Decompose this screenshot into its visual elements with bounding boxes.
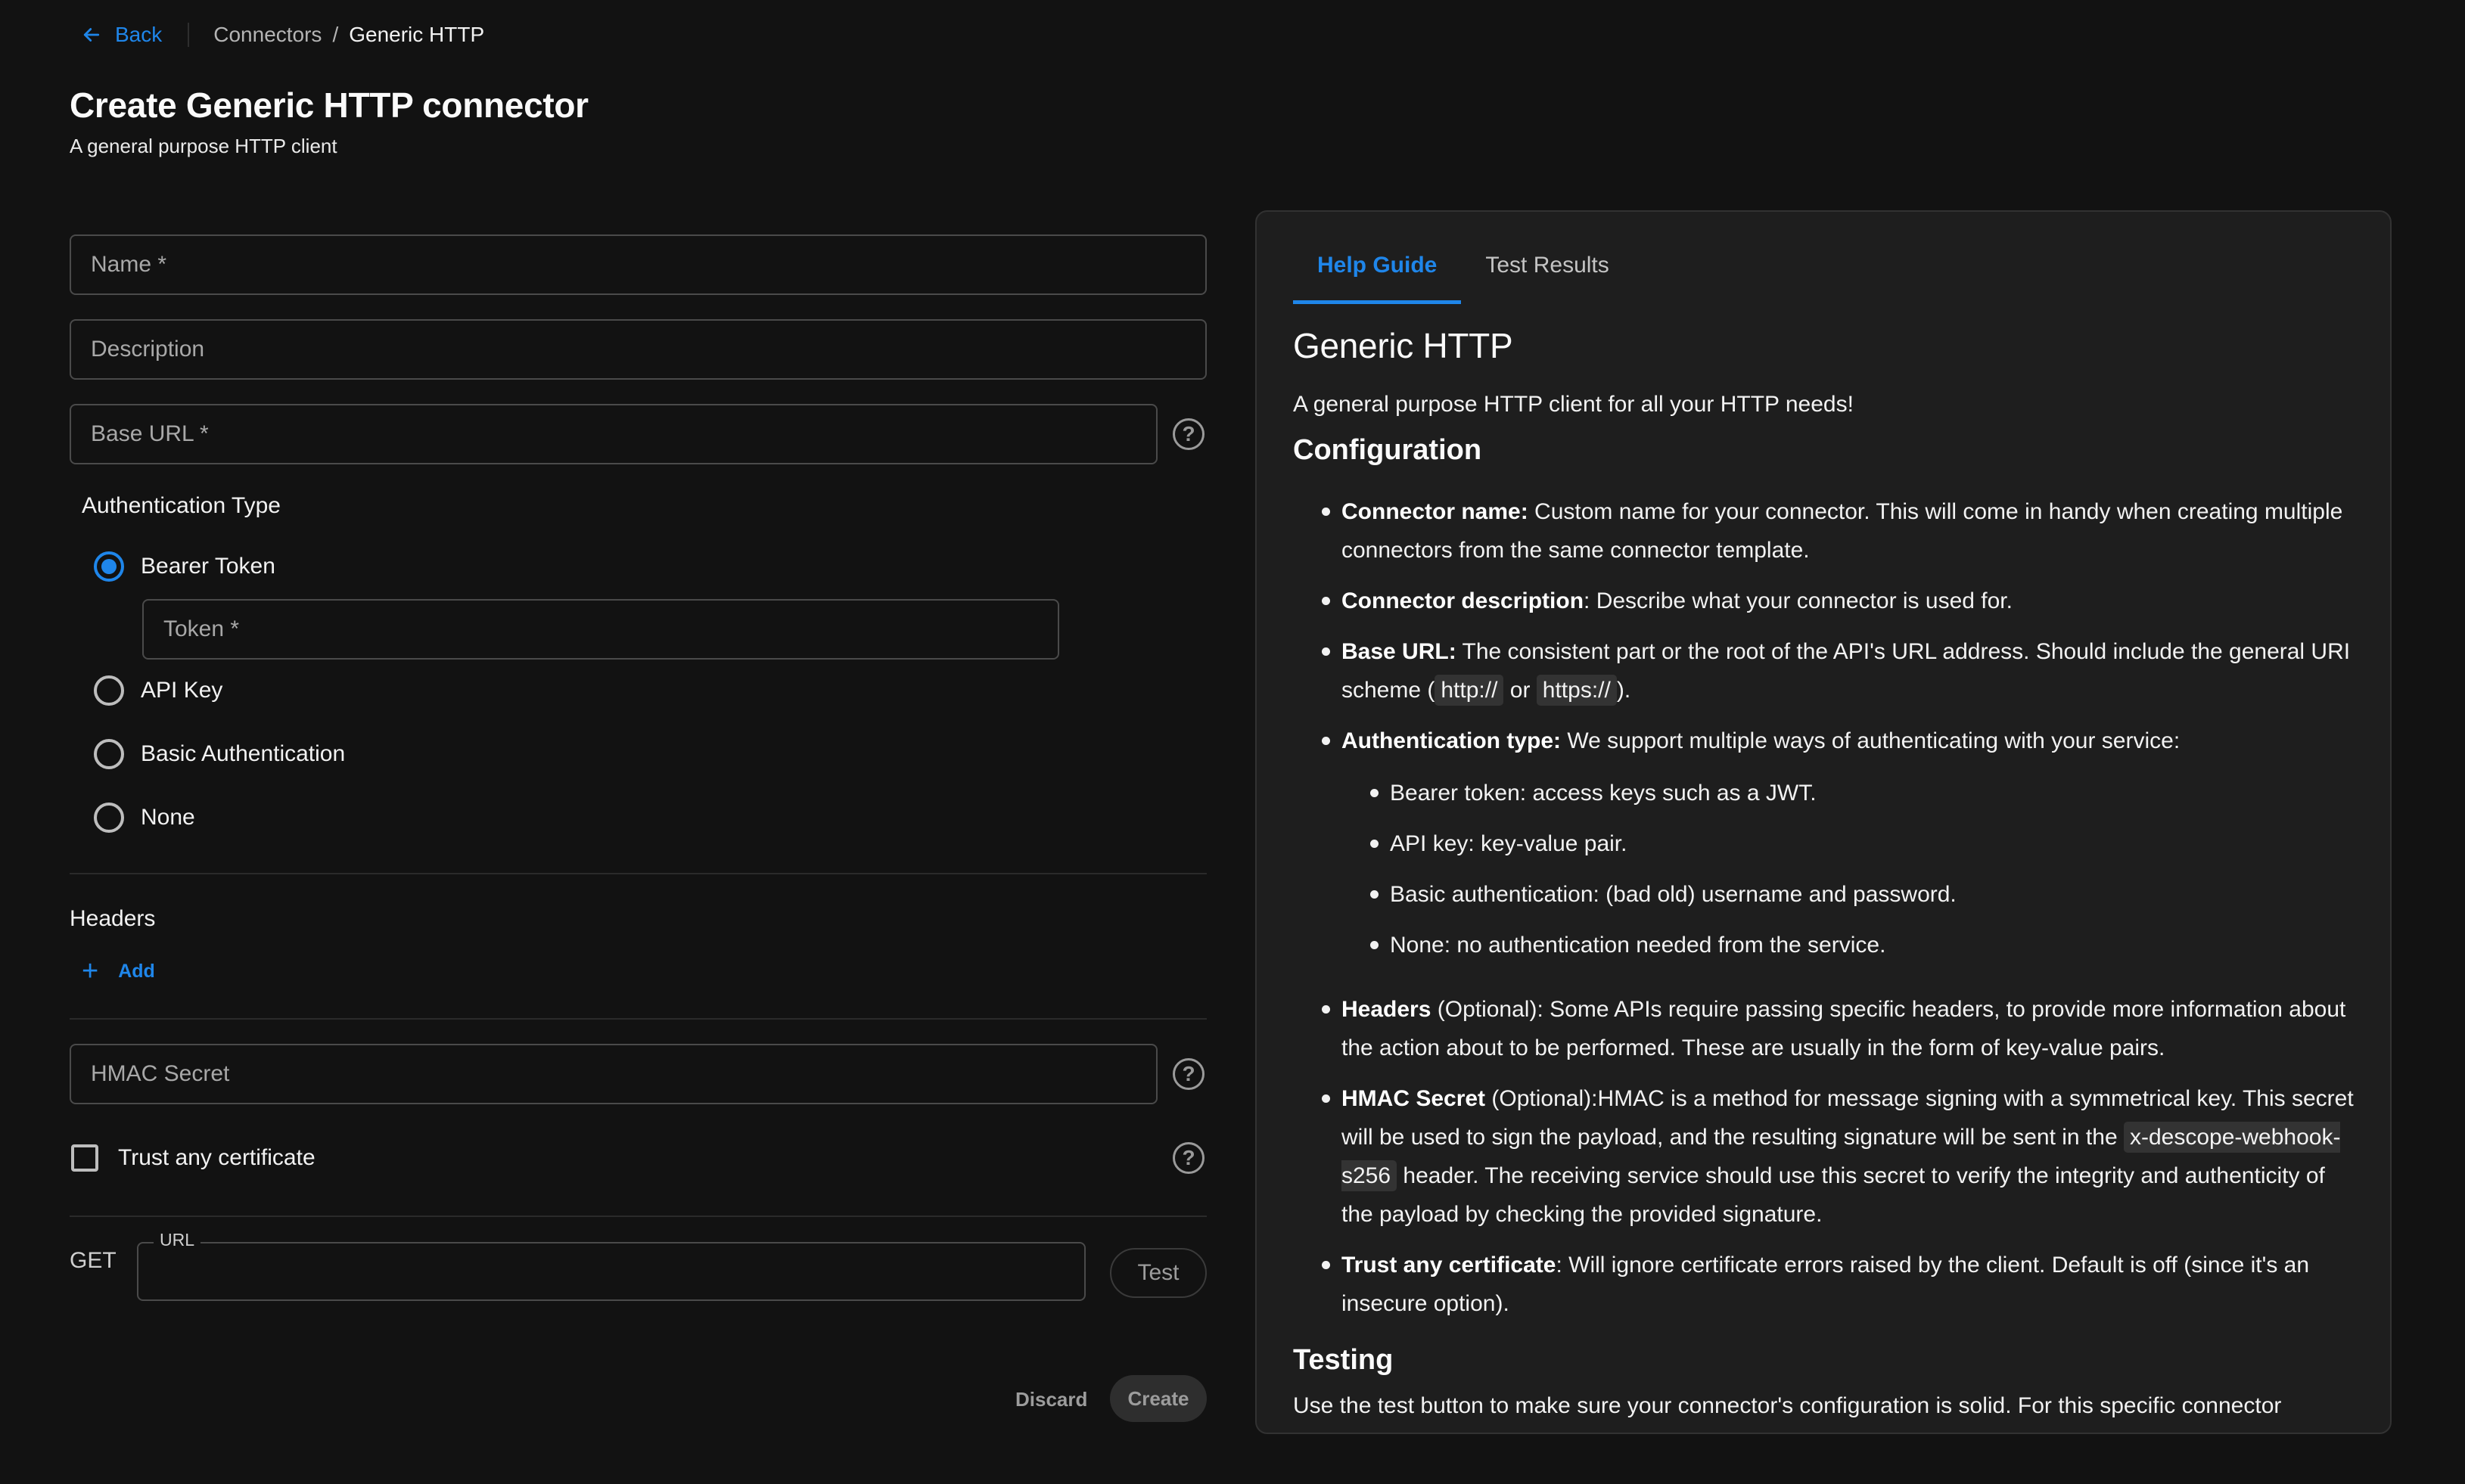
trust-certificate-checkbox-row[interactable]: Trust any certificate (71, 1144, 316, 1172)
radio-label: Basic Authentication (141, 741, 346, 766)
test-url-label: URL (154, 1230, 201, 1250)
term: Headers (1341, 997, 1431, 1022)
name-input[interactable] (71, 236, 1205, 293)
radio-label: Bearer Token (141, 554, 275, 579)
token-input[interactable] (144, 601, 1058, 658)
description: or (1503, 678, 1537, 703)
divider (70, 1018, 1207, 1020)
term: Authentication type: (1341, 728, 1561, 753)
configuration-list: Connector name: Custom name for your con… (1293, 492, 2360, 1323)
testing-text: Use the test button to make sure your co… (1293, 1393, 2282, 1418)
create-button[interactable]: Create (1110, 1375, 1207, 1422)
discard-button[interactable]: Discard (1006, 1378, 1096, 1420)
term: Connector name: (1341, 499, 1528, 524)
breadcrumb-current: Generic HTTP (349, 23, 485, 46)
base-url-field (70, 404, 1158, 464)
test-button[interactable]: Test (1110, 1248, 1207, 1298)
code-snippet: http:// (1435, 675, 1504, 706)
hmac-secret-input[interactable] (71, 1045, 1156, 1103)
list-item: Connector description: Describe what you… (1293, 582, 2360, 620)
list-item: Authentication type: We support multiple… (1293, 722, 2360, 964)
page-subtitle: A general purpose HTTP client (70, 135, 337, 157)
help-guide-content: Generic HTTP A general purpose HTTP clie… (1293, 325, 2360, 1419)
radio-unselected-icon[interactable] (94, 675, 124, 706)
term: HMAC Secret (1341, 1086, 1486, 1111)
radio-label: API Key (141, 678, 223, 703)
tab-help-guide[interactable]: Help Guide (1293, 253, 1462, 304)
hmac-secret-field (70, 1044, 1158, 1104)
help-panel: Help Guide Test Results Generic HTTP A g… (1255, 210, 2392, 1434)
list-item: Trust any certificate: Will ignore certi… (1293, 1246, 2360, 1323)
token-field (142, 599, 1059, 660)
radio-label: None (141, 805, 195, 830)
test-url-input[interactable] (138, 1243, 1084, 1299)
divider (70, 873, 1207, 874)
term: Trust any certificate (1341, 1253, 1556, 1278)
guide-intro: A general purpose HTTP client for all yo… (1293, 392, 1854, 417)
back-label: Back (115, 23, 163, 46)
term: Base URL: (1341, 639, 1456, 664)
testing-heading: Testing (1293, 1344, 1394, 1376)
name-field (70, 234, 1207, 295)
term: Connector description (1341, 588, 1584, 613)
trust-certificate-help-icon[interactable]: ? (1173, 1142, 1205, 1174)
list-item: Connector name: Custom name for your con… (1293, 492, 2360, 570)
divider (70, 1215, 1207, 1217)
description-input[interactable] (71, 321, 1205, 378)
headers-label: Headers (70, 906, 156, 931)
tab-test-results[interactable]: Test Results (1461, 253, 1633, 304)
list-item: Headers (Optional): Some APIs require pa… (1293, 990, 2360, 1067)
page-title: Create Generic HTTP connector (70, 85, 589, 125)
test-url-field: URL (137, 1230, 1086, 1301)
list-item: HMAC Secret (Optional):HMAC is a method … (1293, 1079, 2360, 1234)
sub-list-item: API key: key-value pair. (1341, 824, 2360, 863)
plus-icon: + (82, 955, 99, 987)
radio-basic-authentication[interactable]: Basic Authentication (94, 739, 345, 769)
trust-certificate-label: Trust any certificate (118, 1145, 316, 1170)
add-label: Add (118, 960, 155, 982)
radio-none[interactable]: None (94, 803, 195, 833)
guide-title: Generic HTTP (1293, 326, 1513, 365)
add-header-button[interactable]: + Add (82, 957, 155, 986)
auth-type-label: Authentication Type (82, 493, 281, 518)
breadcrumb-separator: / (332, 23, 339, 46)
configuration-heading: Configuration (1293, 434, 1482, 466)
breadcrumb: Back Connectors / Generic HTTP (80, 18, 484, 51)
radio-bearer-token[interactable]: Bearer Token (94, 551, 275, 582)
hmac-help-icon[interactable]: ? (1173, 1058, 1205, 1090)
radio-api-key[interactable]: API Key (94, 675, 222, 706)
back-button[interactable]: Back (80, 23, 162, 47)
description: We support multiple ways of authenticati… (1561, 728, 2181, 753)
description: : Describe what your connector is used f… (1584, 588, 2013, 613)
breadcrumb-connectors[interactable]: Connectors (213, 23, 322, 47)
arrow-left-icon (83, 28, 100, 42)
sub-list-item: None: no authentication needed from the … (1341, 926, 2360, 964)
radio-unselected-icon[interactable] (94, 739, 124, 769)
radio-unselected-icon[interactable] (94, 803, 124, 833)
http-method-label: GET (70, 1248, 117, 1273)
description-field (70, 319, 1207, 380)
checkbox-icon[interactable] (71, 1144, 98, 1172)
list-item: Base URL: The consistent part or the roo… (1293, 632, 2360, 709)
sub-list-item: Basic authentication: (bad old) username… (1341, 875, 2360, 914)
base-url-input[interactable] (71, 405, 1156, 463)
base-url-help-icon[interactable]: ? (1173, 418, 1205, 450)
panel-tabs: Help Guide Test Results (1293, 253, 1633, 304)
breadcrumb-divider (188, 23, 190, 47)
description: header. The receiving service should use… (1341, 1163, 2325, 1227)
radio-selected-icon[interactable] (94, 551, 124, 582)
description: (Optional): Some APIs require passing sp… (1341, 997, 2346, 1060)
description: ). (1616, 678, 1631, 703)
code-snippet: https:// (1536, 675, 1617, 706)
auth-sub-list: Bearer token: access keys such as a JWT.… (1341, 774, 2360, 964)
sub-list-item: Bearer token: access keys such as a JWT. (1341, 774, 2360, 812)
